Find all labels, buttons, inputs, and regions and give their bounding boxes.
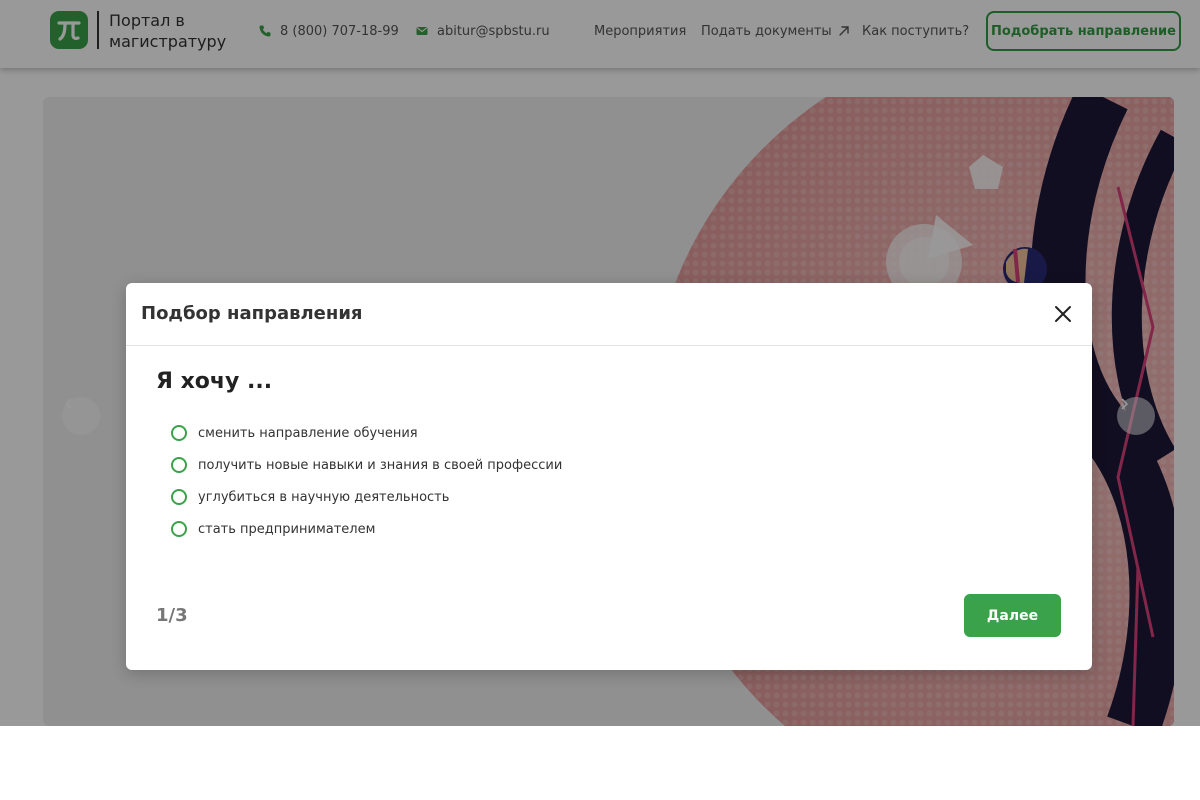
- option-entrepreneur[interactable]: стать предпринимателем: [171, 513, 771, 545]
- option-label: стать предпринимателем: [198, 521, 376, 537]
- option-research[interactable]: углубиться в научную деятельность: [171, 481, 771, 513]
- page-viewport: Портал в магистратуру 8 (800) 707-18-99 …: [0, 0, 1200, 726]
- question-heading: Я хочу ...: [156, 369, 273, 394]
- option-label: углубиться в научную деятельность: [198, 489, 450, 505]
- modal-title: Подбор направления: [141, 303, 363, 324]
- radio-button[interactable]: [171, 457, 187, 473]
- options-list: сменить направление обучения получить но…: [171, 417, 771, 545]
- option-label: получить новые навыки и знания в своей п…: [198, 457, 563, 473]
- direction-selection-modal: Подбор направления Я хочу ... сменить на…: [126, 283, 1092, 670]
- option-change-direction[interactable]: сменить направление обучения: [171, 417, 771, 449]
- radio-button[interactable]: [171, 489, 187, 505]
- step-indicator: 1/3: [156, 605, 188, 626]
- modal-header: Подбор направления: [126, 283, 1092, 346]
- modal-close-button[interactable]: [1052, 303, 1074, 325]
- option-label: сменить направление обучения: [198, 425, 418, 441]
- radio-button[interactable]: [171, 521, 187, 537]
- close-icon: [1055, 306, 1071, 322]
- option-new-skills[interactable]: получить новые навыки и знания в своей п…: [171, 449, 771, 481]
- next-button[interactable]: Далее: [964, 594, 1061, 637]
- radio-button[interactable]: [171, 425, 187, 441]
